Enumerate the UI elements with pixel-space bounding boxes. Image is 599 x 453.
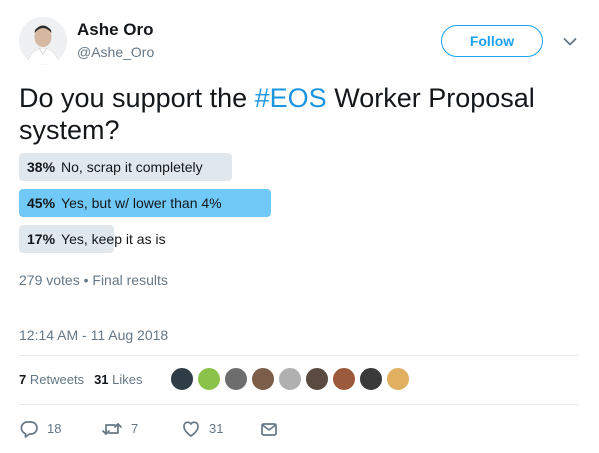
likes-label: Likes [112,372,143,387]
tweet-timestamp[interactable]: 12:14 AM - 11 Aug 2018 [19,327,168,343]
avatar[interactable] [19,17,67,65]
retweet-action[interactable]: 7 [101,418,138,440]
poll-label: Yes, but w/ lower than 4% [61,195,222,211]
tweet-text: Do you support the #EOS Worker Proposal … [19,82,579,146]
like-count: 31 [209,421,224,436]
author-name[interactable]: Ashe Oro [77,20,154,40]
reply-count: 18 [47,421,62,436]
divider [19,355,579,356]
liker-avatar[interactable] [332,367,356,391]
poll-option-text: 45% Yes, but w/ lower than 4% [27,189,222,217]
reply-icon [19,419,39,439]
retweet-icon [101,419,123,439]
retweets-label: Retweets [29,372,85,387]
poll-percent: 45% [27,195,56,211]
poll-option: 45% Yes, but w/ lower than 4% [19,189,579,217]
poll-label: No, scrap it completely [61,159,203,175]
author-handle[interactable]: @Ashe_Oro [77,44,154,60]
retweet-count: 7 [131,421,139,436]
likes-count: 31 [94,372,109,387]
poll-option-text: 17% Yes, keep it as is [27,225,166,253]
liker-avatar[interactable] [251,367,275,391]
hashtag-link[interactable]: #EOS [255,83,327,113]
poll-label: Yes, keep it as is [61,231,166,247]
tweet-text-start: Do you support the [19,83,255,113]
retweets-stat[interactable]: 7 Retweets [19,372,84,387]
envelope-icon [259,419,279,439]
liker-avatar[interactable] [305,367,329,391]
poll-percent: 17% [27,231,56,247]
likes-stat[interactable]: 31 Likes [94,372,142,387]
reply-action[interactable]: 18 [19,418,61,440]
liker-avatar[interactable] [224,367,248,391]
avatar-photo [19,17,67,65]
poll-percent: 38% [27,159,56,175]
chevron-down-icon[interactable] [561,33,579,51]
poll-meta: 279 votes • Final results [19,272,168,288]
tweet-stats: 7 Retweets 31 Likes [19,372,143,387]
liker-avatar[interactable] [359,367,383,391]
tweet-card: Ashe Oro @Ashe_Oro Follow Do you support… [0,0,599,453]
liker-avatar[interactable] [278,367,302,391]
poll-option: 38% No, scrap it completely [19,153,579,181]
retweets-count: 7 [19,372,27,387]
liker-avatar[interactable] [386,367,410,391]
divider [19,404,579,405]
message-action[interactable] [259,418,279,440]
follow-button[interactable]: Follow [441,25,543,57]
liker-avatar[interactable] [170,367,194,391]
poll-option: 17% Yes, keep it as is [19,225,579,253]
poll-option-text: 38% No, scrap it completely [27,153,203,181]
heart-icon [181,419,201,439]
like-action[interactable]: 31 [181,418,223,440]
liker-avatar[interactable] [197,367,221,391]
